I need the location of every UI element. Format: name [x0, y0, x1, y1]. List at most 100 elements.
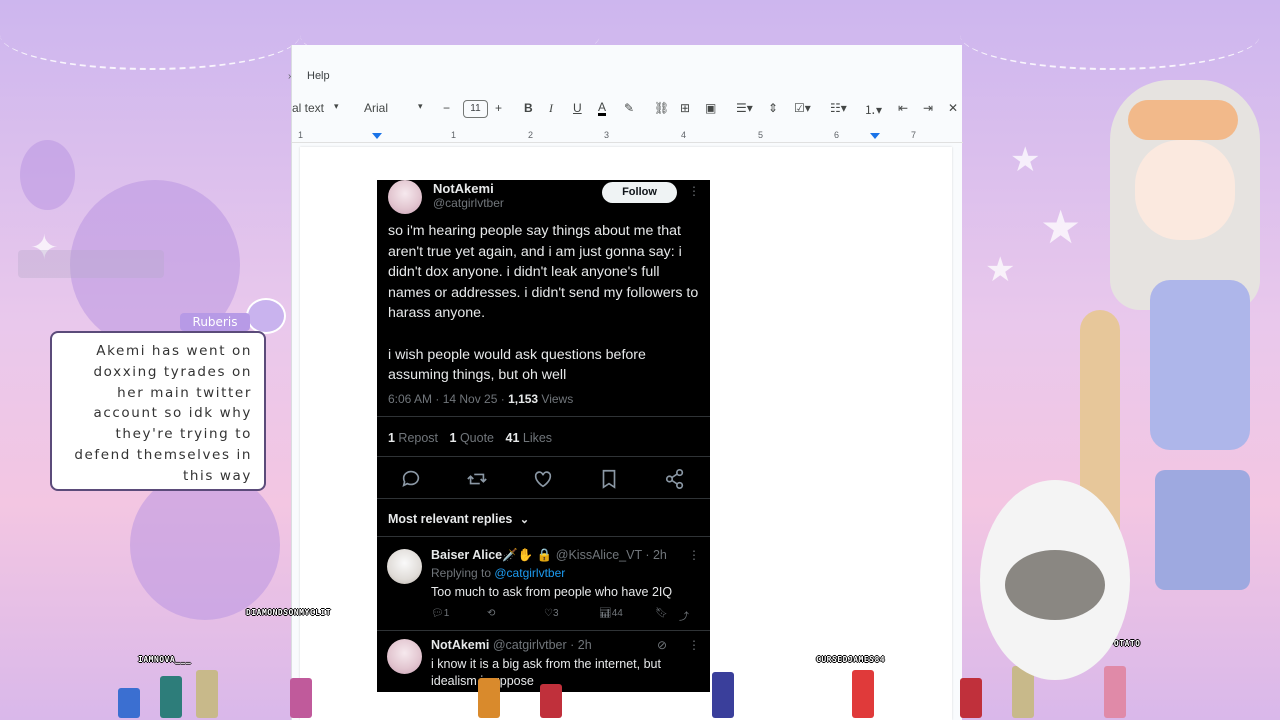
viewer-name-tag: DIAMONDSONMYCLIT: [246, 608, 332, 617]
bold-icon[interactable]: B: [524, 101, 533, 115]
increase-font-icon[interactable]: +: [495, 101, 502, 115]
share-icon[interactable]: ⤴: [679, 608, 689, 623]
clear-format-icon[interactable]: ✕: [948, 101, 958, 115]
light-garland-left: [0, 0, 300, 70]
sprite: [712, 672, 734, 718]
star-decoration: ★: [1040, 201, 1082, 253]
bookmark-icon[interactable]: [598, 468, 620, 490]
docs-toolbar: al text ▾ Arial ▾ − 11 + B I U A ✎ ⛓ ⊞ ▣…: [292, 95, 963, 123]
avatar: [388, 180, 422, 214]
numbered-list-icon[interactable]: ⒈▾: [864, 101, 882, 118]
repost-icon[interactable]: [466, 468, 488, 490]
mention-link[interactable]: @catgirlvtber: [494, 566, 565, 580]
reply-actions: 💬︎ 1 ⟲ ♡ 3 📊︎ 44 🔖︎ ⤴: [431, 608, 701, 623]
sort-replies-dropdown[interactable]: Most relevant replies ⌄: [388, 512, 529, 526]
reply-author-handle: @KissAlice_VT · 2h: [555, 548, 667, 562]
reply-icon[interactable]: 💬︎ 1: [431, 608, 449, 619]
author-handle: @catgirlvtber: [433, 196, 504, 210]
avatar-face: [1135, 140, 1235, 240]
creature-face: [1005, 550, 1105, 620]
chat-username: Ruberis: [180, 313, 250, 331]
underline-icon[interactable]: U: [573, 101, 582, 115]
left-indent-marker[interactable]: [372, 133, 382, 139]
paw-decoration: [20, 140, 75, 210]
sprite: [118, 688, 140, 718]
sprite: [852, 670, 874, 718]
ruler-tick: 2: [528, 130, 534, 140]
text-color-icon[interactable]: A: [598, 101, 607, 116]
grok-icon[interactable]: ⊘: [657, 638, 667, 652]
star-decoration: ★: [1010, 141, 1041, 179]
tweet-screenshot: NotAkemi @catgirlvtber Follow ⋮ so i'm h…: [377, 180, 710, 692]
chevron-down-icon: ▾: [418, 101, 423, 111]
docs-ruler: 1 1 2 3 4 5 6 7: [292, 129, 963, 143]
more-options-icon[interactable]: ⋮: [688, 184, 700, 198]
italic-icon[interactable]: I: [549, 101, 553, 116]
ruler-tick: 5: [758, 130, 764, 140]
font-name: Arial: [364, 101, 389, 115]
follow-button[interactable]: Follow: [602, 182, 677, 203]
right-indent-marker[interactable]: [870, 133, 880, 139]
sprite: [540, 684, 562, 718]
cloud-decoration: [246, 298, 286, 334]
menu-separator-icon: ›: [288, 71, 292, 82]
companion-creature: [960, 440, 1140, 720]
likes-stat[interactable]: 41 Likes: [506, 431, 553, 445]
repost-icon[interactable]: ⟲: [487, 608, 495, 619]
views-icon[interactable]: 📊︎ 44: [599, 608, 623, 619]
font-size-input[interactable]: 11: [463, 100, 488, 118]
bookmark-icon[interactable]: 🔖︎: [655, 608, 668, 619]
more-options-icon[interactable]: ⋮: [688, 638, 700, 652]
reply-item[interactable]: Baiser Alice🗡️✋ 🔒 @KissAlice_VT · 2h ⋮ R…: [377, 548, 710, 628]
comment-icon[interactable]: ⊞: [680, 101, 690, 115]
like-icon[interactable]: [532, 468, 554, 490]
avatar-headband: [1128, 100, 1238, 140]
reply-icon[interactable]: [400, 468, 422, 490]
indent-increase-icon[interactable]: ⇥: [923, 101, 933, 115]
chevron-down-icon: ⌄: [519, 514, 530, 526]
reposts-stat[interactable]: 1 Repost: [388, 431, 438, 445]
line-spacing-icon[interactable]: ⇕: [768, 101, 778, 115]
reply-author-name: Baiser Alice🗡️✋ 🔒: [431, 548, 553, 562]
replying-to: Replying to @catgirlvtber: [431, 566, 566, 580]
views-count: 1,153: [508, 392, 539, 406]
tweet-meta: 6:06 AM · 14 Nov 25 · 1,153 Views: [388, 392, 573, 406]
faded-panel: [18, 250, 164, 278]
ruler-tick: 4: [681, 130, 687, 140]
divider: [377, 630, 710, 631]
align-icon[interactable]: ☰▾: [736, 101, 753, 115]
ruler-tick: 1: [451, 130, 457, 140]
tweet-time: 6:06 AM · 14 Nov 25 ·: [388, 392, 509, 406]
share-icon[interactable]: [664, 468, 686, 490]
author-name: NotAkemi: [433, 181, 494, 196]
reply-author-name: NotAkemi: [431, 638, 490, 652]
style-dropdown[interactable]: al text ▾: [292, 101, 352, 115]
divider: [377, 416, 710, 417]
divider: [377, 456, 710, 457]
quotes-stat[interactable]: 1 Quote: [450, 431, 494, 445]
sprite: [290, 678, 312, 718]
avatar-shorts: [1155, 470, 1250, 590]
image-icon[interactable]: ▣: [705, 101, 716, 115]
tweet-paragraph: so i'm hearing people say things about m…: [388, 223, 699, 322]
link-icon[interactable]: ⛓: [654, 101, 669, 115]
style-label: al text: [292, 101, 325, 115]
sprite: [478, 678, 500, 718]
highlight-icon[interactable]: ✎: [624, 101, 634, 115]
tweet-paragraph: i wish people would ask questions before…: [388, 346, 646, 384]
ruler-tick: 7: [911, 130, 917, 140]
views-label: Views: [538, 392, 574, 406]
more-options-icon[interactable]: ⋮: [688, 548, 700, 562]
font-dropdown[interactable]: Arial ▾: [364, 101, 426, 115]
menu-help[interactable]: Help: [307, 70, 330, 82]
decrease-font-icon[interactable]: −: [443, 101, 450, 115]
bullet-list-icon[interactable]: ☷▾: [830, 101, 847, 115]
indent-decrease-icon[interactable]: ⇤: [898, 101, 908, 115]
ruler-tick: 3: [604, 130, 610, 140]
like-icon[interactable]: ♡ 3: [544, 608, 559, 619]
reply-text: Too much to ask from people who have 2IQ: [431, 585, 673, 599]
checklist-icon[interactable]: ☑▾: [794, 101, 811, 115]
divider: [377, 498, 710, 499]
paw-decoration: [130, 470, 280, 620]
sort-replies-label: Most relevant replies: [388, 512, 513, 526]
